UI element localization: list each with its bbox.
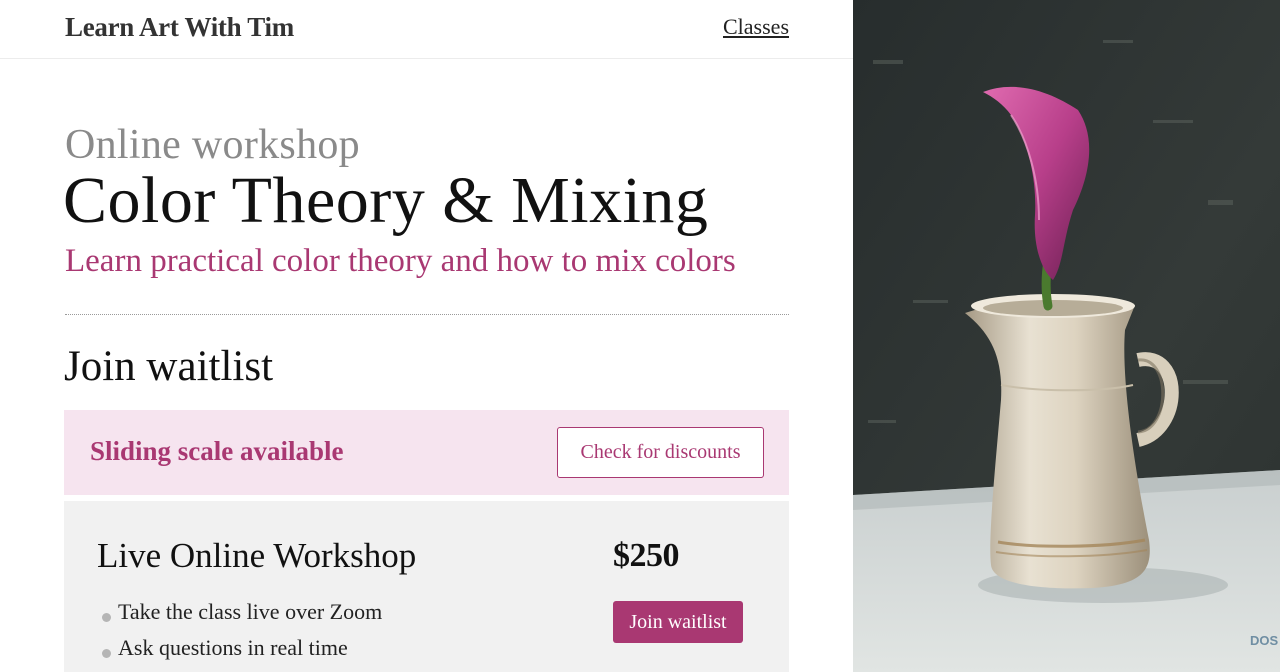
sliding-scale-banner: Sliding scale available Check for discou… xyxy=(64,410,789,495)
page-subtitle: Learn practical color theory and how to … xyxy=(65,243,736,279)
workshop-title: Live Online Workshop xyxy=(97,536,417,575)
join-waitlist-button[interactable]: Join waitlist xyxy=(613,601,743,643)
content-panel: Learn Art With Tim Classes Online worksh… xyxy=(0,0,853,672)
sliding-scale-text: Sliding scale available xyxy=(90,436,344,466)
bullet-icon xyxy=(102,613,111,622)
section-divider xyxy=(65,314,789,315)
painting-signature: DOS xyxy=(1250,633,1279,648)
page-eyebrow: Online workshop xyxy=(65,122,360,168)
check-discounts-button[interactable]: Check for discounts xyxy=(557,427,764,478)
feature-list: Take the class live over Zoom Ask questi… xyxy=(100,599,382,671)
feature-item: Ask questions in real time xyxy=(100,635,382,671)
site-title[interactable]: Learn Art With Tim xyxy=(65,12,294,43)
page-title: Color Theory & Mixing xyxy=(63,164,709,237)
nav-link-classes[interactable]: Classes xyxy=(723,14,789,40)
feature-text: Ask questions in real time xyxy=(118,635,348,660)
calla-lily-painting: DOS xyxy=(853,0,1280,672)
feature-item: Take the class live over Zoom xyxy=(100,599,382,635)
feature-text: Take the class live over Zoom xyxy=(118,599,383,624)
top-nav: Learn Art With Tim Classes xyxy=(0,0,853,59)
bullet-icon xyxy=(102,649,111,658)
workshop-price: $250 xyxy=(613,537,680,574)
waitlist-heading: Join waitlist xyxy=(64,343,274,390)
workshop-card: Live Online Workshop $250 Take the class… xyxy=(64,501,789,672)
